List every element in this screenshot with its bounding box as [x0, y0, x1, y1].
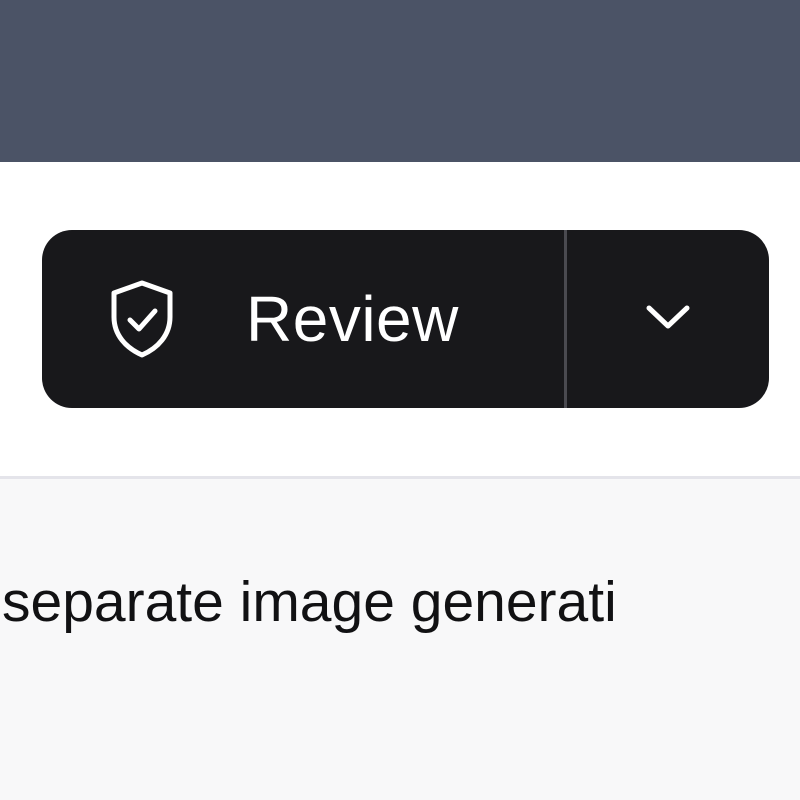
chevron-down-icon [643, 302, 693, 337]
content-area: separate image generati [0, 479, 800, 800]
review-button-label: Review [246, 283, 459, 355]
review-menu-toggle[interactable] [567, 230, 769, 408]
content-text: separate image generati [2, 570, 617, 634]
toolbar: Review [0, 162, 800, 476]
shield-check-icon [108, 277, 176, 361]
review-button[interactable]: Review [42, 230, 564, 408]
page: Review separate image generati [0, 0, 800, 800]
review-split-button: Review [42, 230, 769, 408]
top-bar [0, 0, 800, 162]
